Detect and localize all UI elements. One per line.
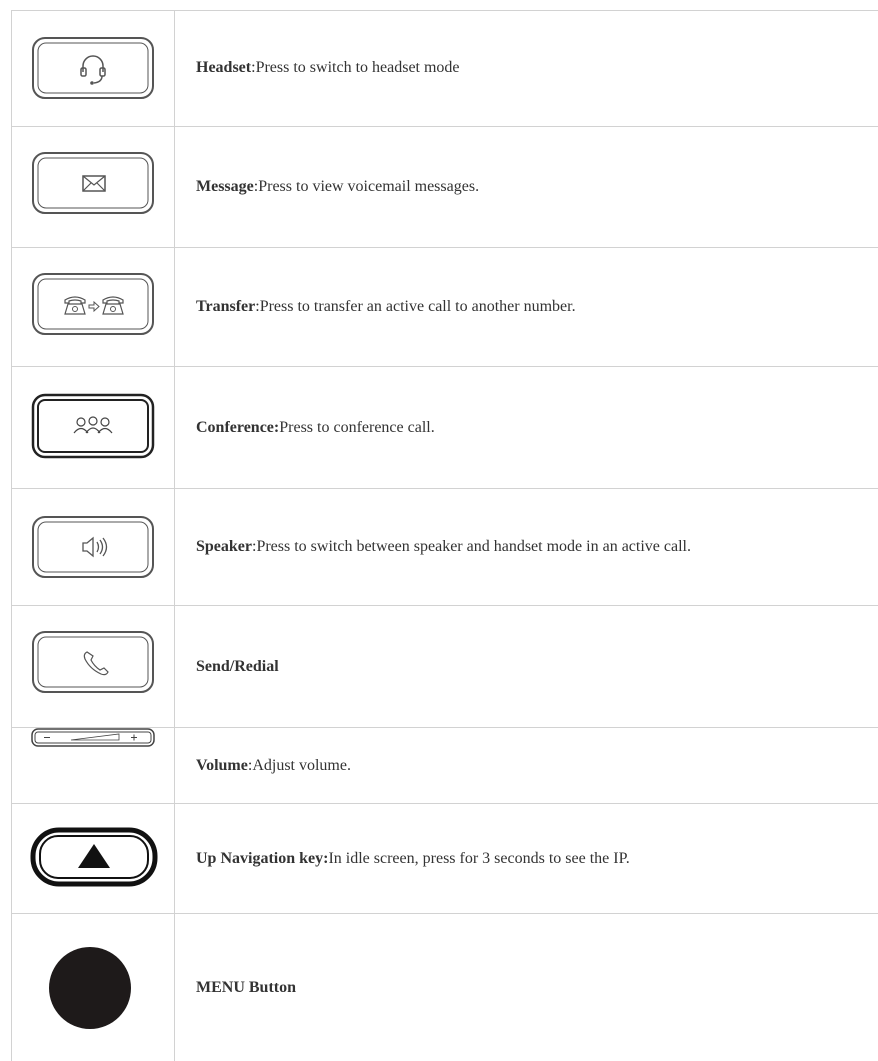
- row-label: Volume: [196, 756, 248, 774]
- row-description: Up Navigation key: In idle screen, press…: [196, 804, 630, 913]
- envelope-icon: [32, 152, 154, 214]
- row-text: Press to view voicemail messages.: [258, 178, 480, 195]
- table-row: Message: Press to view voicemail message…: [11, 127, 878, 248]
- table-row: Send/Redial: [11, 606, 878, 728]
- row-label: Send/Redial: [196, 657, 279, 675]
- speaker-key: [11, 489, 174, 605]
- table-row: Conference: Press to conference call.: [11, 367, 878, 489]
- row-label: Transfer: [196, 298, 256, 315]
- menu-circle-icon: [49, 947, 131, 1029]
- row-text: Press to switch to headset mode: [255, 59, 460, 76]
- menu-key: [11, 914, 174, 1061]
- headset-icon: [32, 37, 154, 99]
- volume-bar-icon: [31, 728, 155, 747]
- table-row: Headset: Press to switch to headset mode: [11, 10, 878, 127]
- row-label: Headset: [196, 59, 252, 76]
- table-row: Transfer: Press to transfer an active ca…: [11, 248, 878, 367]
- row-text: Press to switch between speaker and hand…: [256, 538, 691, 555]
- table-row: Volume: Adjust volume.: [11, 728, 878, 804]
- table-row: Speaker: Press to switch between speaker…: [11, 489, 878, 606]
- row-description: MENU Button: [196, 914, 296, 1061]
- phone-handset-icon: [32, 631, 154, 693]
- row-description: Headset: Press to switch to headset mode: [196, 59, 460, 76]
- up-navigation-key: [11, 804, 174, 913]
- table-row: MENU Button: [11, 914, 878, 1061]
- transfer-key: [11, 248, 174, 366]
- transfer-icon: [32, 273, 154, 335]
- row-description: Message: Press to view voicemail message…: [196, 178, 480, 195]
- row-text: Press to conference call.: [279, 418, 435, 436]
- row-label: Message: [196, 178, 254, 195]
- row-label: Speaker: [196, 538, 252, 555]
- row-description: Volume: Adjust volume.: [196, 756, 351, 774]
- row-text: Press to transfer an active call to anot…: [259, 298, 576, 315]
- message-key: [11, 127, 174, 247]
- row-text: Adjust volume.: [252, 756, 351, 774]
- row-description: Send/Redial: [196, 606, 279, 727]
- row-description: Transfer: Press to transfer an active ca…: [196, 298, 576, 315]
- volume-key: [11, 728, 174, 803]
- row-text: In idle screen, press for 3 seconds to s…: [328, 849, 630, 867]
- table-row: Up Navigation key: In idle screen, press…: [11, 804, 878, 914]
- send-redial-key: [11, 606, 174, 727]
- row-label: MENU Button: [196, 978, 297, 996]
- conference-key: [11, 367, 174, 488]
- row-label: Conference:: [196, 418, 280, 436]
- row-description: Conference: Press to conference call.: [196, 367, 435, 488]
- conference-icon: [31, 393, 155, 459]
- row-description: Speaker: Press to switch between speaker…: [196, 538, 691, 555]
- headset-key: [11, 10, 174, 126]
- speaker-icon: [32, 516, 154, 578]
- row-label: Up Navigation key:: [196, 849, 329, 867]
- up-arrow-icon: [30, 827, 158, 887]
